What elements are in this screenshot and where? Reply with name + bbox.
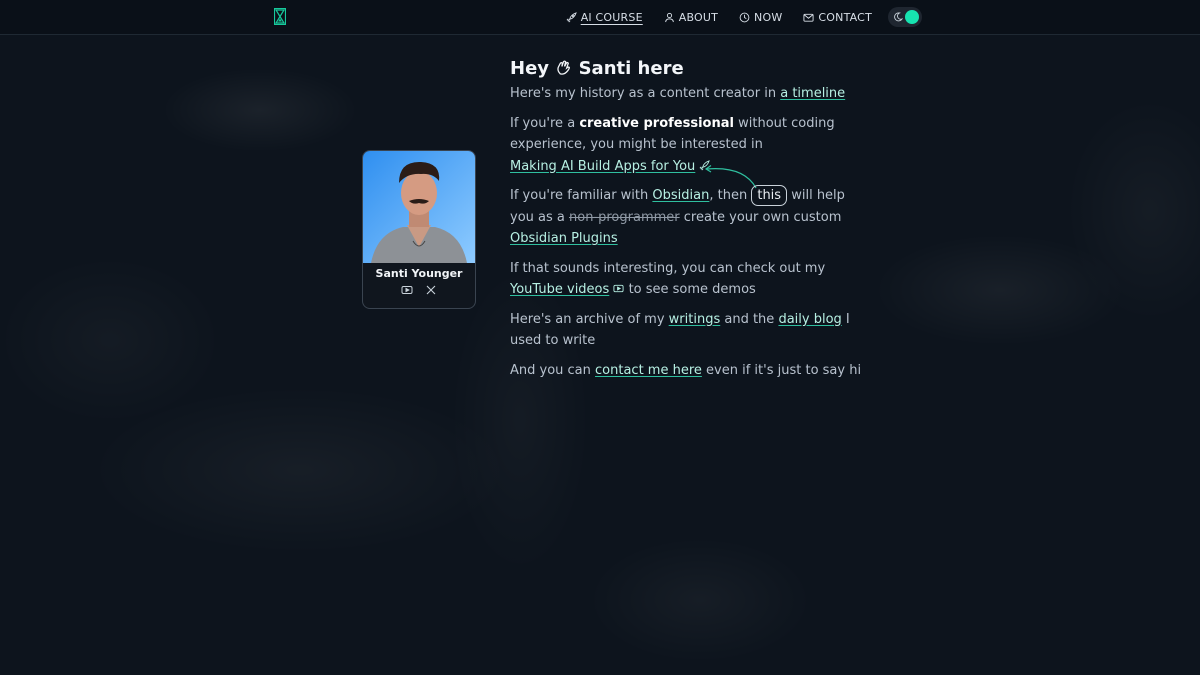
- paragraph-creative: If you're a creative professional withou…: [510, 113, 870, 178]
- heading-greeting: Hey: [510, 58, 550, 79]
- x-icon[interactable]: [425, 284, 437, 296]
- mail-icon: [803, 13, 814, 22]
- page-title: Hey Santi here: [510, 56, 870, 82]
- top-nav-bar: AI COURSE ABOUT NOW CONTACT: [0, 0, 1200, 35]
- obsidian-plugins-link[interactable]: Obsidian Plugins: [510, 231, 618, 246]
- waving-hand-icon: [557, 60, 571, 75]
- heading-name: Santi here: [578, 58, 684, 79]
- intro-content: Hey Santi here Here's my history as a co…: [510, 56, 870, 381]
- paragraph-archive: Here's an archive of my writings and the…: [510, 309, 870, 352]
- moon-icon: [894, 12, 903, 22]
- paragraph-obsidian: If you're familiar with Obsidian, then t…: [510, 185, 870, 250]
- text: If that sounds interesting, you can chec…: [510, 260, 826, 276]
- profile-card: Santi Younger: [362, 150, 476, 309]
- text: even if it's just to say hi: [706, 362, 862, 378]
- rocket-icon: [566, 11, 577, 22]
- theme-toggle[interactable]: [888, 7, 922, 27]
- main-nav: AI COURSE ABOUT NOW CONTACT: [566, 0, 872, 34]
- nav-contact-label: CONTACT: [818, 10, 872, 24]
- hourglass-logo-icon[interactable]: [274, 8, 286, 25]
- text: , then: [709, 188, 748, 203]
- clock-icon: [739, 12, 750, 22]
- nav-now-label: NOW: [754, 10, 783, 24]
- daily-blog-link[interactable]: daily blog: [778, 312, 841, 327]
- struck-text: non-programmer: [569, 209, 680, 225]
- profile-name: Santi Younger: [375, 267, 463, 280]
- profile-socials: [363, 284, 475, 296]
- youtube-icon[interactable]: [401, 284, 413, 296]
- nav-ai-course[interactable]: AI COURSE: [566, 11, 643, 24]
- youtube-icon: [613, 284, 624, 293]
- text: Here's an archive of my: [510, 311, 665, 327]
- obsidian-link[interactable]: Obsidian: [652, 188, 709, 203]
- youtube-videos-link[interactable]: YouTube videos: [510, 282, 609, 297]
- contact-link[interactable]: contact me here: [595, 363, 702, 378]
- text: to see some demos: [628, 282, 756, 297]
- creative-professional-bold: creative professional: [579, 115, 734, 131]
- paragraph-contact: And you can contact me here even if it's…: [510, 360, 870, 382]
- rocket-icon: [700, 159, 711, 170]
- text: And you can: [510, 362, 591, 378]
- writings-link[interactable]: writings: [669, 312, 721, 327]
- toggle-knob: [905, 10, 919, 24]
- user-icon: [664, 12, 674, 22]
- this-circled-highlight[interactable]: this: [751, 185, 788, 206]
- text: Here's my history as a content creator i…: [510, 86, 777, 101]
- profile-photo: [363, 151, 475, 263]
- text: If you're familiar with: [510, 188, 649, 203]
- nav-ai-course-label: AI COURSE: [580, 10, 643, 24]
- text: If you're a: [510, 115, 576, 131]
- ai-apps-course-link[interactable]: Making AI Build Apps for You: [510, 159, 695, 174]
- paragraph-youtube: If that sounds interesting, you can chec…: [510, 258, 870, 301]
- nav-contact[interactable]: CONTACT: [803, 11, 872, 24]
- paragraph-timeline: Here's my history as a content creator i…: [510, 83, 870, 105]
- timeline-link[interactable]: a timeline: [780, 86, 845, 101]
- nav-about[interactable]: ABOUT: [664, 11, 718, 24]
- nav-now[interactable]: NOW: [739, 11, 782, 24]
- nav-about-label: ABOUT: [678, 10, 719, 24]
- text: and the: [724, 311, 775, 327]
- text: create your own custom: [683, 209, 842, 225]
